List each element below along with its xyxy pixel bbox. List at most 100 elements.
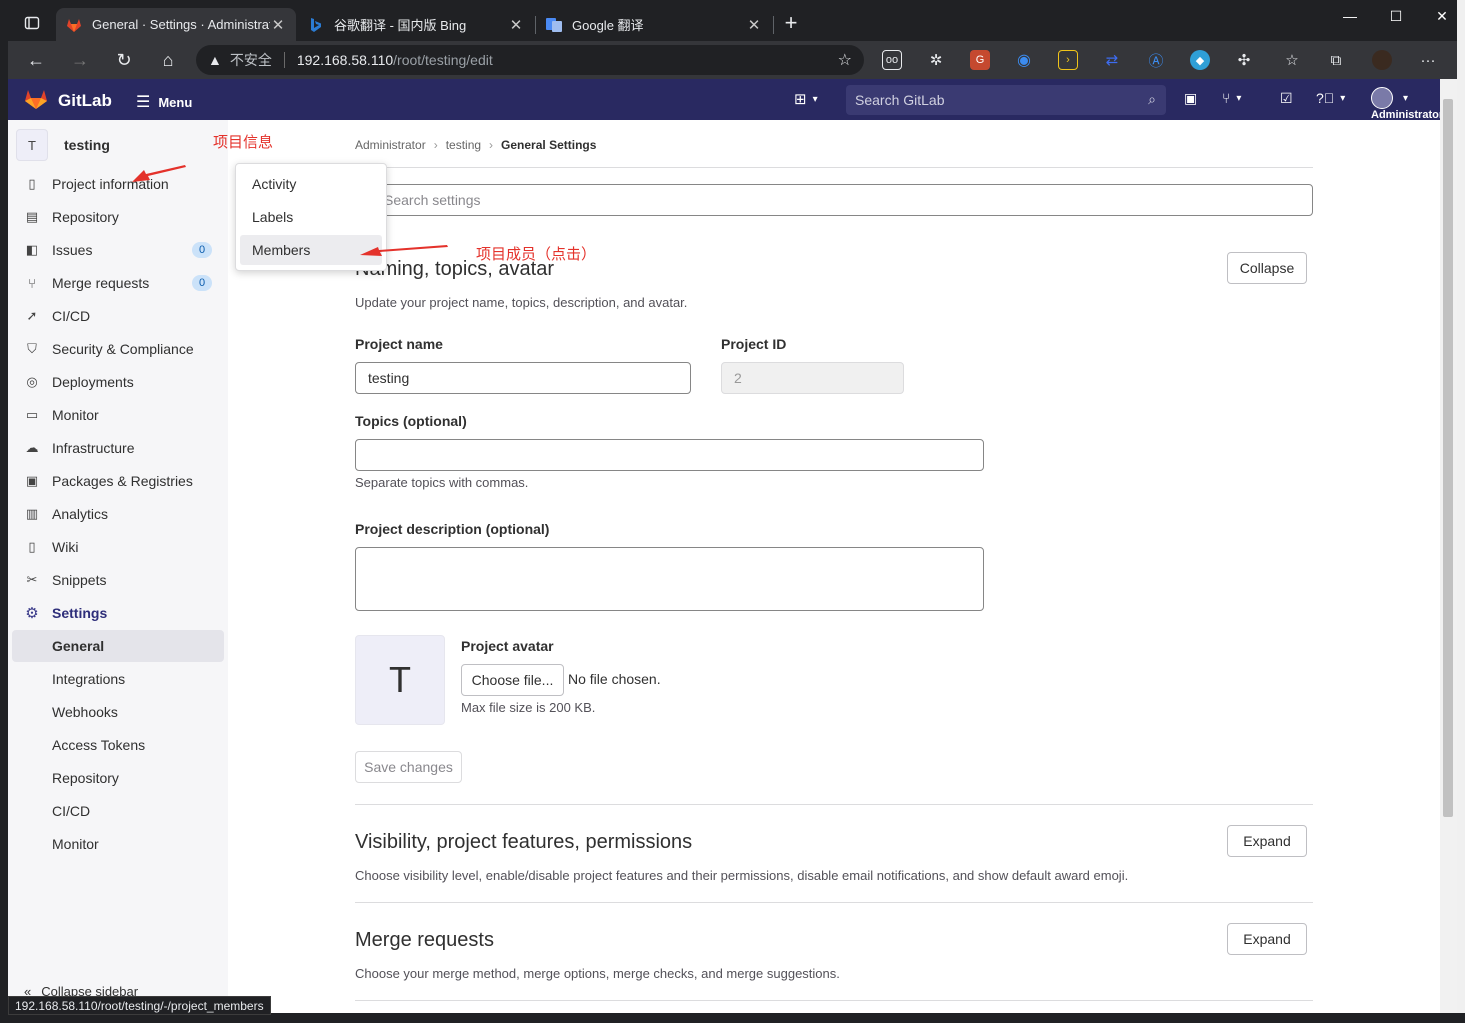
sidebar-item-label: CI/CD [52,308,91,324]
sidebar-sub-monitor[interactable]: Monitor [12,828,224,860]
shield-extension-icon[interactable]: ◆ [1190,50,1210,70]
minimize-icon[interactable]: — [1327,0,1373,32]
no-file-text: No file chosen. [568,671,661,687]
merge-requests-count-badge: 0 [192,275,212,291]
sidebar-item-repository[interactable]: ▤ Repository [12,201,224,233]
gitlab-home-link[interactable]: GitLab [24,88,112,113]
scrollbar-thumb[interactable] [1443,99,1453,817]
merge-icon: ⑂ [28,275,36,291]
reader-extension-icon[interactable]: oo [882,50,902,70]
sidebar-item-snippets[interactable]: ✂ Snippets [12,564,224,596]
user-menu[interactable]: ▾ Administrator [1371,87,1443,121]
project-name-input[interactable]: testing [355,362,691,394]
puzzle-extension-icon[interactable]: ✣ [1234,50,1254,70]
forward-arrow-icon[interactable]: → [66,47,94,73]
annotation-arrow-2 [360,245,448,256]
project-id-label: Project ID [721,336,787,352]
gitlab-search-input[interactable]: Search GitLab ⌕ [846,85,1166,115]
shield-icon: ⛉ [27,341,37,356]
breadcrumb: Administrator › testing › General Settin… [355,138,596,152]
maximize-icon[interactable]: ☐ [1373,0,1419,32]
favorites-icon[interactable]: ☆ [1282,50,1302,70]
sidebar-sub-general[interactable]: General [12,630,224,662]
merge-expand-button[interactable]: Expand [1227,923,1307,955]
sidebar-item-packages-registries[interactable]: ▣ Packages & Registries [12,465,224,497]
collections-icon[interactable]: ⧉ [1326,50,1346,70]
breadcrumb-testing[interactable]: testing [446,138,481,152]
description-textarea[interactable] [355,547,984,611]
reload-icon[interactable]: ↻ [110,47,138,73]
save-changes-button[interactable]: Save changes [355,751,462,783]
tab-bing-translate[interactable]: 谷歌翻译 - 国内版 Bing ✕ [298,8,534,41]
new-item-dropdown[interactable]: ⊞ ▾ [794,90,818,108]
monitor-icon: ▭ [25,407,39,422]
sidebar-item-label: Snippets [52,572,107,588]
back-arrow-icon[interactable]: ← [22,47,50,73]
sidebar-item-infrastructure[interactable]: ☁ Infrastructure [12,432,224,464]
code-extension-icon[interactable]: › [1058,50,1078,70]
sidebar-sub-ci-cd[interactable]: CI/CD [12,795,224,827]
menu-label: Menu [158,94,193,110]
close-tab-icon[interactable]: ✕ [270,16,286,34]
tab-google-translate[interactable]: Google 翻译 ✕ [536,8,772,41]
tab-actions-icon[interactable] [18,10,46,36]
sidebar-item-settings[interactable]: ⚙ Settings [12,597,224,629]
sidebar-item-wiki[interactable]: ▯ Wiki [12,531,224,563]
sidebar-sub-repository[interactable]: Repository [12,762,224,794]
spider-extension-icon[interactable]: ✲ [926,50,946,70]
favorite-star-icon[interactable]: ☆ [838,50,852,70]
project-header-link[interactable]: T testing [16,129,110,161]
page-scrollbar[interactable] [1440,79,1457,1013]
profile-avatar-icon[interactable] [1372,50,1392,70]
sidebar-item-label: Infrastructure [52,440,135,456]
proxy-extension-icon[interactable]: ◉ [1014,50,1034,70]
merge-requests-dropdown[interactable]: ⑂ ▾ [1222,90,1241,106]
tab-gitlab-settings[interactable]: General · Settings · Administrator ✕ [56,8,296,41]
project-name-label: Project name [355,336,443,352]
choose-file-button[interactable]: Choose file... [461,664,564,696]
visibility-section-desc: Choose visibility level, enable/disable … [355,868,1129,883]
a-extension-icon[interactable]: Ⓐ [1146,50,1166,70]
user-avatar [1371,87,1393,109]
breadcrumb-current[interactable]: General Settings [501,138,596,152]
close-tab-icon[interactable]: ✕ [746,16,762,34]
tab-title: Google 翻译 [572,18,644,33]
sidebar-item-project-information[interactable]: ▯ Project information [12,168,224,200]
sidebar-item-issues[interactable]: ◧ Issues 0 [12,234,224,266]
gear-icon: ⚙ [25,605,39,622]
search-settings-input[interactable]: Search settings [355,184,1313,216]
todo-check-icon[interactable]: ☑ [1280,90,1293,107]
sidebar-item-label: Packages & Registries [52,473,193,489]
help-dropdown[interactable]: ?⃝ ▾ [1316,90,1345,106]
issues-header-icon[interactable]: ▣ [1184,90,1197,107]
collapse-button[interactable]: Collapse [1227,252,1307,284]
breadcrumb-administrator[interactable]: Administrator [355,138,426,152]
sidebar-item-ci-cd[interactable]: ➚ CI/CD [12,300,224,332]
sidebar-sub-access-tokens[interactable]: Access Tokens [12,729,224,761]
flyout-activity[interactable]: Activity [240,169,382,199]
tab-separator [773,16,774,34]
sidebar-sub-integrations[interactable]: Integrations [12,663,224,695]
flyout-labels[interactable]: Labels [240,202,382,232]
topics-input[interactable] [355,439,984,471]
sidebar-item-analytics[interactable]: ▥ Analytics [12,498,224,530]
visibility-expand-button[interactable]: Expand [1227,825,1307,857]
cloud-icon: ☁ [25,440,39,455]
project-avatar: T [16,129,48,161]
sidebar-sub-webhooks[interactable]: Webhooks [12,696,224,728]
close-tab-icon[interactable]: ✕ [508,16,524,34]
project-name: testing [64,137,110,153]
sync-extension-icon[interactable]: ⇄ [1102,50,1122,70]
home-icon[interactable]: ⌂ [154,47,182,73]
address-bar[interactable]: ▲ 不安全 192.168.58.110 /root/testing/edit … [196,45,864,75]
members-annotation: 项目成员（点击） [476,246,597,263]
sidebar-item-merge-requests[interactable]: ⑂ Merge requests 0 [12,267,224,299]
new-tab-button[interactable]: + [777,10,805,36]
sidebar-item-monitor[interactable]: ▭ Monitor [12,399,224,431]
sidebar-item-deployments[interactable]: ◎ Deployments [12,366,224,398]
main-menu-button[interactable]: ☰ Menu [136,92,192,112]
translate-extension-icon[interactable]: G [970,50,990,70]
sidebar-item-security-compliance[interactable]: ⛉ Security & Compliance [12,333,224,365]
tab-title: General · Settings · Administrator [92,17,270,32]
more-menu-icon[interactable]: ··· [1418,50,1438,70]
